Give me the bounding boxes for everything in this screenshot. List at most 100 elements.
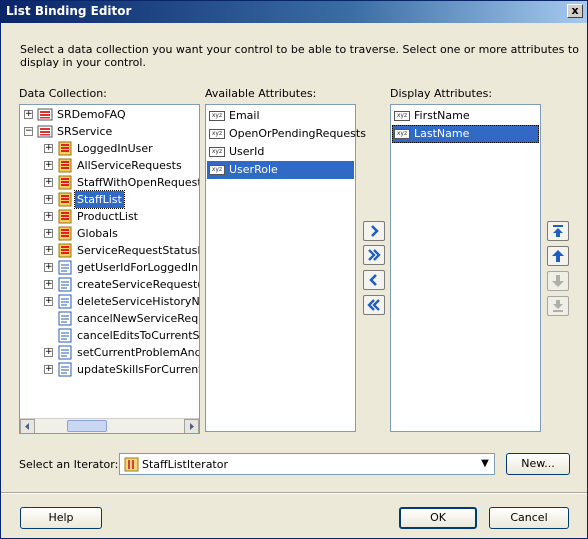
method-icon: [57, 276, 74, 293]
tree-item[interactable]: + deleteServiceHistoryNotes: [20, 293, 199, 310]
tree-item-label: updateSkillsForCurrentStaff: [77, 363, 199, 376]
iterator-icon: [124, 457, 139, 472]
attribute-label: FirstName: [414, 109, 470, 122]
attribute-label: Email: [229, 109, 260, 122]
expand-icon[interactable]: +: [44, 365, 53, 374]
tree-item[interactable]: − SRService: [20, 123, 199, 140]
expand-icon[interactable]: +: [44, 195, 53, 204]
cancel-button[interactable]: Cancel: [489, 507, 569, 529]
method-icon: [57, 293, 74, 310]
separator: [1, 492, 587, 494]
collection-icon: [57, 191, 74, 208]
tree-item[interactable]: + Globals: [20, 225, 199, 242]
display-attributes-label: Display Attributes:: [390, 87, 493, 100]
tree-item-label: cancelNewServiceRequest: [77, 312, 199, 325]
tree-item[interactable]: + StaffWithOpenRequests: [20, 174, 199, 191]
tree-item[interactable]: cancelNewServiceRequest: [20, 310, 199, 327]
method-icon: [57, 361, 74, 378]
expand-icon[interactable]: +: [44, 297, 53, 306]
data-collection-label: Data Collection:: [19, 87, 107, 100]
attribute-item[interactable]: xyz UserRole: [207, 161, 354, 179]
tree-item[interactable]: + LoggedInUser: [20, 140, 199, 157]
list-binding-editor-dialog: List Binding Editor x Select a data coll…: [0, 0, 588, 539]
tree-item-label: ProductList: [77, 210, 138, 223]
tree-item-label: getUserIdForLoggedInUser: [77, 261, 199, 274]
tree-item[interactable]: + createServiceRequest(String: [20, 276, 199, 293]
tree-item-label: cancelEditsToCurrentService: [77, 329, 200, 342]
move-up-button[interactable]: [547, 246, 569, 266]
tree-item[interactable]: + ServiceRequestStatusList: [20, 242, 199, 259]
move-all-right-button[interactable]: [363, 245, 385, 265]
attribute-label: UserRole: [229, 163, 278, 176]
attribute-item[interactable]: xyz UserId: [207, 143, 354, 161]
horizontal-scrollbar[interactable]: [20, 418, 199, 433]
xyz-attribute-icon: xyz: [209, 147, 225, 157]
arrow-left-icon: [369, 274, 377, 286]
collection-icon: [57, 225, 74, 242]
tree-item[interactable]: + StaffList: [20, 190, 199, 209]
close-button[interactable]: x: [567, 4, 583, 18]
iterator-select[interactable]: StaffListIterator ▼: [119, 453, 495, 475]
tree-item-label: StaffList: [74, 190, 125, 209]
tree-item-label: SRService: [57, 125, 113, 138]
arrow-right-icon: [371, 225, 379, 237]
double-arrow-right-icon: [368, 249, 381, 261]
iterator-value: StaffListIterator: [142, 458, 228, 471]
tree-item-label: deleteServiceHistoryNotes: [77, 295, 200, 308]
expand-icon[interactable]: +: [44, 229, 53, 238]
expand-icon[interactable]: +: [24, 110, 33, 119]
chevron-down-icon[interactable]: ▼: [477, 455, 493, 473]
move-to-top-button[interactable]: [547, 221, 569, 241]
tree-item-label: SRDemoFAQ: [57, 108, 126, 121]
close-icon: x: [571, 4, 579, 17]
xyz-attribute-icon: xyz: [394, 129, 410, 139]
available-attributes-list[interactable]: xyz Email xyz OpenOrPendingRequests xyz UserI…: [205, 104, 366, 432]
tree-item[interactable]: + getUserIdForLoggedInUser: [20, 259, 199, 276]
datacontrol-icon: [37, 123, 54, 140]
new-iterator-button[interactable]: New...: [506, 453, 570, 475]
iterator-label: Select an Iterator:: [19, 458, 119, 471]
expand-icon[interactable]: +: [44, 178, 53, 187]
expand-icon[interactable]: +: [44, 246, 53, 255]
collection-icon: [57, 140, 74, 157]
expand-icon[interactable]: +: [44, 212, 53, 221]
attribute-label: LastName: [414, 127, 470, 140]
arrow-down-icon: [552, 275, 564, 287]
move-to-bottom-button[interactable]: [547, 296, 569, 316]
xyz-attribute-icon: xyz: [394, 111, 410, 121]
expand-icon[interactable]: +: [44, 348, 53, 357]
move-down-button[interactable]: [547, 271, 569, 291]
attribute-item[interactable]: xyz Email: [207, 107, 354, 125]
attribute-item[interactable]: xyz LastName: [392, 125, 539, 143]
attribute-item[interactable]: xyz FirstName: [392, 107, 539, 125]
expand-icon[interactable]: +: [44, 144, 53, 153]
ok-button[interactable]: OK: [399, 507, 477, 529]
move-all-left-button[interactable]: [363, 295, 385, 315]
scroll-right-button[interactable]: [184, 419, 199, 433]
tree-item[interactable]: cancelEditsToCurrentService: [20, 327, 199, 344]
data-collection-tree[interactable]: + SRDemoFAQ − SRService + LoggedInUser + AllSer…: [19, 104, 200, 434]
tree-item-label: setCurrentProblemAndAssign: [77, 346, 199, 359]
move-left-button[interactable]: [363, 270, 385, 290]
tree-item[interactable]: + updateSkillsForCurrentStaff: [20, 361, 199, 378]
scrollbar-thumb[interactable]: [67, 420, 107, 432]
attribute-item[interactable]: xyz OpenOrPendingRequests: [207, 125, 366, 143]
help-button[interactable]: Help: [20, 507, 102, 529]
collapse-icon[interactable]: −: [24, 127, 33, 136]
tree-item[interactable]: + AllServiceRequests: [20, 157, 199, 174]
expand-icon[interactable]: +: [44, 161, 53, 170]
tree-item[interactable]: + SRDemoFAQ: [20, 106, 199, 123]
attribute-label: UserId: [229, 145, 265, 158]
description-text: Select a data collection you want your c…: [20, 43, 579, 69]
arrow-bottom-icon: [553, 300, 563, 312]
expand-icon[interactable]: +: [44, 263, 53, 272]
display-attributes-list[interactable]: xyz FirstName xyz LastName: [390, 104, 541, 432]
move-right-button[interactable]: [363, 221, 385, 241]
tree-item[interactable]: + ProductList: [20, 208, 199, 225]
collection-icon: [57, 174, 74, 191]
scroll-left-button[interactable]: [20, 419, 35, 433]
expand-icon[interactable]: +: [44, 280, 53, 289]
tree-item[interactable]: + setCurrentProblemAndAssign: [20, 344, 199, 361]
collection-icon: [57, 242, 74, 259]
arrow-up-icon: [552, 250, 564, 262]
